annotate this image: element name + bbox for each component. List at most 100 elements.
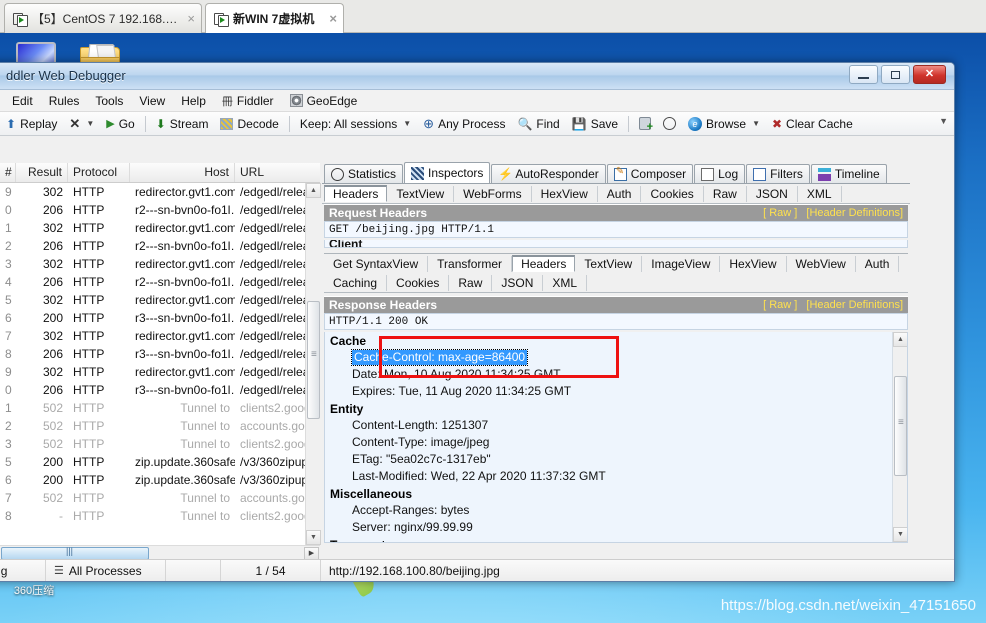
table-row[interactable]: 6200HTTPzip.update.360safe…/v3/360zipupd… bbox=[0, 471, 320, 489]
request-tab-headers[interactable]: Headers bbox=[324, 185, 388, 202]
header-content-type[interactable]: Content-Type: image/jpeg bbox=[325, 434, 907, 451]
menu-edit[interactable]: Edit bbox=[4, 92, 41, 110]
request-tab-raw[interactable]: Raw bbox=[704, 185, 747, 202]
request-tab-hexview[interactable]: HexView bbox=[532, 185, 598, 202]
clear-cache-button[interactable]: ✖ Clear Cache bbox=[766, 117, 859, 131]
header-row[interactable]: Cache-Control: max-age=86400 bbox=[325, 349, 907, 366]
browse-button[interactable]: e Browse ▼ bbox=[682, 116, 766, 131]
tab-timeline[interactable]: Timeline bbox=[810, 164, 887, 183]
table-row[interactable]: 8-HTTPTunnel toclients2.google.com:4 bbox=[0, 507, 320, 525]
replay-button[interactable]: ⬆ Replay bbox=[0, 117, 63, 131]
window-titlebar[interactable]: ddler Web Debugger ✕ bbox=[0, 63, 954, 90]
table-row[interactable]: 0 206 HTTP r2---sn-bvn0o-fo1l…./edgedl/rele… bbox=[0, 201, 320, 219]
menu-rules[interactable]: Rules bbox=[41, 92, 88, 110]
table-row[interactable]: 2502HTTPTunnel toaccounts.google.com: bbox=[0, 417, 320, 435]
header-date[interactable]: Date: Mon, 10 Aug 2020 11:34:25 GMT bbox=[325, 366, 907, 383]
response-tab-hexview[interactable]: HexView bbox=[720, 255, 787, 272]
response-tab-transformer[interactable]: Transformer bbox=[428, 255, 513, 272]
decode-button[interactable]: Decode bbox=[214, 117, 284, 131]
status-capturing[interactable]: apturing bbox=[0, 559, 46, 581]
tab-composer[interactable]: Composer bbox=[606, 164, 694, 183]
request-tab-webforms[interactable]: WebForms bbox=[454, 185, 532, 202]
table-row[interactable]: 4 206 HTTP r2---sn-bvn0o-fo1l…./edgedl/rele… bbox=[0, 273, 320, 291]
vm-tab-centos[interactable]: 【5】CentOS 7 192.168.100… × bbox=[4, 3, 202, 33]
response-tab-cookies[interactable]: Cookies bbox=[387, 274, 450, 291]
response-tab-syntaxview[interactable]: Get SyntaxView bbox=[324, 255, 429, 272]
tab-filters[interactable]: Filters bbox=[746, 164, 810, 183]
scrollbar-thumb[interactable] bbox=[307, 301, 320, 419]
toolbar-overflow-icon[interactable]: ▼ bbox=[939, 116, 948, 126]
scrollbar-thumb[interactable] bbox=[894, 376, 907, 476]
header-definitions-link[interactable]: [Header Definitions] bbox=[806, 299, 903, 311]
maximize-button[interactable] bbox=[881, 65, 910, 84]
session-rows[interactable]: 9302HTTPredirector.gvt1.com/edgedl/relea… bbox=[0, 183, 320, 545]
table-row[interactable]: 5200HTTPzip.update.360safe…/v3/360zipupd… bbox=[0, 453, 320, 471]
minimize-button[interactable] bbox=[849, 65, 878, 84]
column-header-num[interactable]: # bbox=[0, 163, 16, 182]
table-row[interactable]: 3302HTTPredirector.gvt1.com/edgedl/relea… bbox=[0, 255, 320, 273]
tab-autoresponder[interactable]: ⚡ AutoResponder bbox=[491, 164, 606, 183]
keep-sessions-dropdown[interactable]: Keep: All sessions ▼ bbox=[294, 117, 417, 131]
table-row[interactable]: 5302HTTPredirector.gvt1.com/edgedl/relea… bbox=[0, 291, 320, 309]
response-tab-xml[interactable]: XML bbox=[543, 274, 588, 291]
menu-view[interactable]: View bbox=[131, 92, 173, 110]
column-header-url[interactable]: URL bbox=[235, 163, 319, 182]
response-tab-imageview[interactable]: ImageView bbox=[642, 255, 721, 272]
response-tab-auth[interactable]: Auth bbox=[856, 255, 900, 272]
screenshot-button[interactable] bbox=[633, 117, 657, 133]
close-button[interactable]: ✕ bbox=[913, 65, 946, 84]
scroll-down-icon[interactable]: ▼ bbox=[893, 527, 907, 542]
header-cache-control[interactable]: Cache-Control: max-age=86400 bbox=[350, 349, 529, 366]
go-button[interactable]: ▶ Go bbox=[100, 117, 140, 131]
menu-help[interactable]: Help bbox=[173, 92, 214, 110]
header-last-modified[interactable]: Last-Modified: Wed, 22 Apr 2020 11:37:32… bbox=[325, 468, 907, 485]
header-definitions-link[interactable]: [Header Definitions] bbox=[806, 207, 903, 219]
tab-log[interactable]: Log bbox=[694, 164, 746, 183]
table-row[interactable]: 0 206 HTTP r3---sn-bvn0o-fo1l…./edgedl/rele… bbox=[0, 381, 320, 399]
table-row[interactable]: 3502HTTPTunnel toclients2.google.com:4 bbox=[0, 435, 320, 453]
table-row[interactable]: 9302HTTPredirector.gvt1.com/edgedl/relea… bbox=[0, 183, 320, 201]
save-button[interactable]: 💾 Save bbox=[566, 117, 624, 131]
session-list-scrollbar[interactable]: ▲ ▼ bbox=[305, 183, 321, 545]
table-row[interactable]: 1502HTTPTunnel toclients2.google.com:4 bbox=[0, 399, 320, 417]
any-process-button[interactable]: ⊕ Any Process bbox=[417, 116, 511, 132]
menu-fiddler[interactable]: 冊 Fiddler bbox=[214, 91, 282, 111]
header-content-length[interactable]: Content-Length: 1251307 bbox=[325, 417, 907, 434]
table-row[interactable]: 8 206 HTTP r3---sn-bvn0o-fo1l…./edgedl/rele… bbox=[0, 345, 320, 363]
menu-tools[interactable]: Tools bbox=[87, 92, 131, 110]
response-headers-list[interactable]: Cache Cache-Control: max-age=86400 Date:… bbox=[324, 332, 908, 543]
vm-tab-win7[interactable]: 新WIN 7虚拟机 × bbox=[205, 3, 344, 33]
table-row[interactable]: 2 206 HTTP r2---sn-bvn0o-fo1l…./edgedl/rele… bbox=[0, 237, 320, 255]
table-row[interactable]: 1302HTTPredirector.gvt1.com/edgedl/relea… bbox=[0, 219, 320, 237]
request-tab-cookies[interactable]: Cookies bbox=[641, 185, 704, 202]
scroll-down-icon[interactable]: ▼ bbox=[306, 530, 321, 545]
header-server[interactable]: Server: nginx/99.99.99 bbox=[325, 519, 907, 536]
find-button[interactable]: 🔍 Find bbox=[511, 117, 565, 131]
request-tab-auth[interactable]: Auth bbox=[598, 185, 642, 202]
response-scrollbar[interactable]: ▲ ▼ bbox=[892, 332, 907, 542]
response-tab-raw[interactable]: Raw bbox=[449, 274, 493, 291]
response-tab-webview[interactable]: WebView bbox=[787, 255, 856, 272]
tab-inspectors[interactable]: Inspectors bbox=[404, 162, 491, 183]
close-icon[interactable]: × bbox=[184, 11, 195, 26]
tab-statistics[interactable]: Statistics bbox=[324, 164, 404, 183]
timer-button[interactable] bbox=[657, 117, 682, 130]
column-header-host[interactable]: Host bbox=[130, 163, 235, 182]
table-row[interactable]: 7302HTTPredirector.gvt1.com/edgedl/relea… bbox=[0, 327, 320, 345]
raw-link[interactable]: [ Raw ] bbox=[763, 207, 797, 219]
response-tab-json[interactable]: JSON bbox=[492, 274, 544, 291]
raw-link[interactable]: [ Raw ] bbox=[763, 299, 797, 311]
column-header-result[interactable]: Result bbox=[16, 163, 68, 182]
request-tab-xml[interactable]: XML bbox=[798, 185, 842, 202]
request-tab-json[interactable]: JSON bbox=[747, 185, 798, 202]
table-row[interactable]: 9302HTTPredirector.gvt1.com/edgedl/relea… bbox=[0, 363, 320, 381]
header-accept-ranges[interactable]: Accept-Ranges: bytes bbox=[325, 502, 907, 519]
header-expires[interactable]: Expires: Tue, 11 Aug 2020 11:34:25 GMT bbox=[325, 383, 907, 400]
scroll-up-icon[interactable]: ▲ bbox=[893, 332, 907, 347]
table-row[interactable]: 7502HTTPTunnel toaccounts.google.com: bbox=[0, 489, 320, 507]
header-etag[interactable]: ETag: "5ea02c7c-1317eb" bbox=[325, 451, 907, 468]
remove-button[interactable]: ✕ ▼ bbox=[63, 116, 100, 132]
status-processes[interactable]: ☰ All Processes bbox=[46, 559, 166, 581]
close-icon[interactable]: × bbox=[326, 11, 337, 26]
table-row[interactable]: 6 200 HTTP r3---sn-bvn0o-fo1l…./edgedl/rele… bbox=[0, 309, 320, 327]
